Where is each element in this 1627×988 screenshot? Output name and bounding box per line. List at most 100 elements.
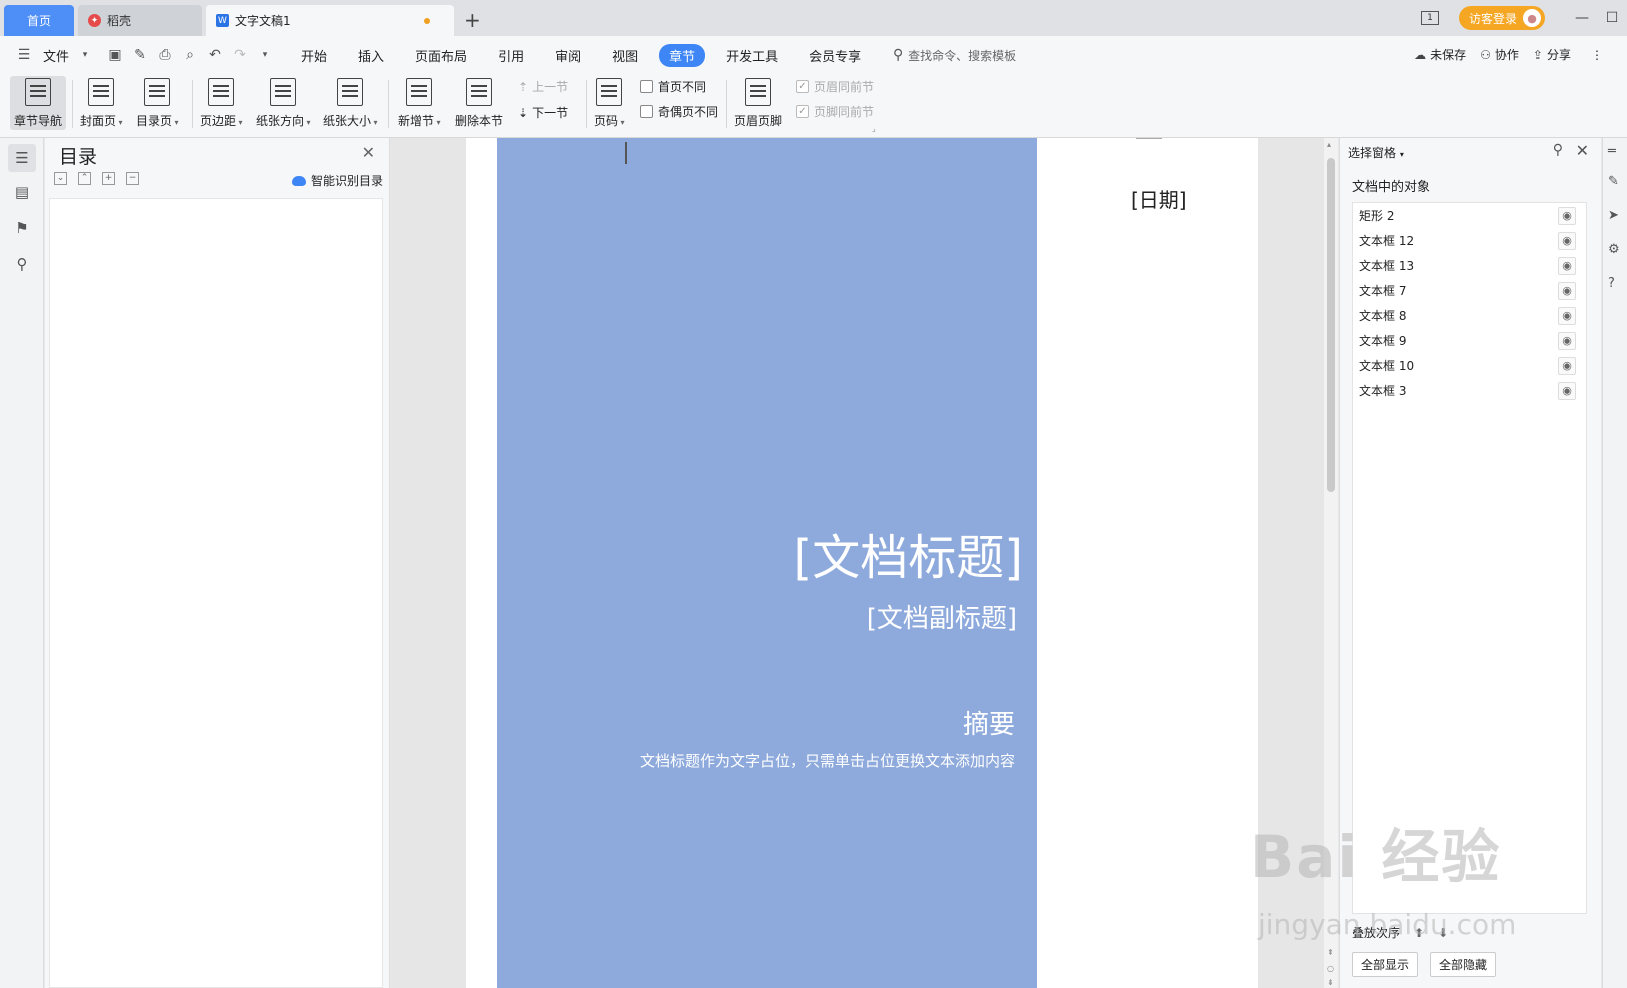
eye-icon[interactable]: ◉ [1558, 256, 1576, 275]
menu-item-layout[interactable]: 页面布局 [413, 44, 469, 67]
guest-login-button[interactable]: 访客登录 ● [1458, 6, 1545, 30]
close-icon[interactable]: ✕ [362, 143, 375, 162]
pin-icon[interactable]: ⚲ [1553, 142, 1563, 158]
tab-daoke[interactable]: ✦ 稻壳 [78, 5, 202, 36]
show-all-button[interactable]: 全部显示 [1352, 952, 1419, 977]
collapse-icon[interactable]: ═ [1608, 144, 1616, 159]
first-page-different-checkbox[interactable]: 首页不同 [640, 78, 706, 95]
menu-item-review[interactable]: 审阅 [553, 44, 583, 67]
more-icon[interactable]: ⋮ [1591, 48, 1603, 62]
document-subtitle-placeholder[interactable]: [文档副标题] [867, 598, 1017, 635]
menu-item-developer[interactable]: 开发工具 [724, 44, 780, 67]
section-nav-button[interactable]: 章节导航 [10, 76, 67, 130]
odd-even-different-checkbox[interactable]: 奇偶页不同 [640, 103, 718, 120]
prev-page-icon[interactable]: ⇞ [1327, 948, 1334, 957]
select-browse-icon[interactable]: ○ [1327, 964, 1334, 973]
help-icon[interactable]: ? [1608, 276, 1615, 291]
paper-size-button[interactable]: 纸张大小 [323, 76, 378, 130]
eye-icon[interactable]: ◉ [1558, 231, 1576, 250]
selection-pane-header[interactable]: 选择窗格 ▾ [1348, 144, 1404, 161]
orientation-button[interactable]: 纸张方向 [256, 76, 311, 130]
next-page-icon[interactable]: ⇟ [1327, 978, 1334, 987]
menu-item-insert[interactable]: 插入 [356, 44, 386, 67]
search-icon[interactable]: ⚲ [12, 254, 32, 274]
print-icon[interactable]: ⎙ [157, 47, 173, 63]
menu-item-section[interactable]: 章节 [659, 43, 706, 67]
delete-section-icon [466, 78, 492, 106]
menu-item-references[interactable]: 引用 [496, 44, 526, 67]
list-item[interactable]: 文本框 13 ◉ [1353, 253, 1586, 278]
menu-item-view[interactable]: 视图 [610, 44, 640, 67]
list-item[interactable]: 文本框 8 ◉ [1353, 303, 1586, 328]
new-section-button[interactable]: 新增节 [398, 76, 441, 130]
document-canvas[interactable]: [文档标题] [文档副标题] 摘要 文档标题作为文字占位，只需单击占位更换文本添… [391, 138, 1324, 988]
list-item[interactable]: 矩形 2 ◉ [1353, 203, 1586, 228]
prev-section-button[interactable]: ⇡ 上一节 [518, 78, 568, 95]
eye-icon[interactable]: ◉ [1558, 356, 1576, 375]
header-same-as-prev-checkbox[interactable]: ✓ 页眉同前节 [796, 78, 874, 95]
margin-button[interactable]: 页边距 [200, 76, 243, 130]
toc-page-button[interactable]: 目录页 [136, 76, 179, 130]
toc-panel-icon[interactable]: ☰ [8, 144, 36, 172]
outline-icon[interactable]: ▤ [12, 182, 32, 202]
tab-document[interactable]: W 文字文稿1 [206, 5, 454, 36]
menu-item-start[interactable]: 开始 [299, 44, 329, 67]
list-item[interactable]: 文本框 9 ◉ [1353, 328, 1586, 353]
file-menu[interactable]: 文件 [41, 44, 71, 67]
hide-all-button[interactable]: 全部隐藏 [1430, 952, 1497, 977]
format-painter-icon[interactable]: ✎ [132, 47, 148, 63]
header-footer-button[interactable]: 页眉页脚 [734, 76, 782, 130]
collab-button[interactable]: ⚇ 协作 [1480, 46, 1519, 63]
cover-page-button[interactable]: 封面页 [80, 76, 123, 130]
document-title-placeholder[interactable]: [文档标题] [794, 518, 1023, 588]
hamburger-icon[interactable]: ☰ [16, 47, 32, 63]
eye-icon[interactable]: ◉ [1558, 306, 1576, 325]
footer-same-as-prev-checkbox[interactable]: ✓ 页脚同前节 [796, 103, 874, 120]
minimize-button[interactable]: — [1567, 10, 1597, 26]
promote-level-icon[interactable]: + [102, 172, 115, 185]
demote-level-icon[interactable]: − [126, 172, 139, 185]
list-item[interactable]: 文本框 10 ◉ [1353, 353, 1586, 378]
next-section-button[interactable]: ⇣ 下一节 [518, 104, 568, 121]
collapse-all-icon[interactable]: ⌃ [78, 172, 91, 185]
list-item[interactable]: 文本框 3 ◉ [1353, 378, 1586, 403]
delete-section-button[interactable]: 删除本节 [455, 76, 503, 130]
smart-toc-button[interactable]: 智能识别目录 [291, 172, 383, 189]
scroll-up-icon[interactable]: ▴ [1327, 140, 1331, 149]
abstract-body[interactable]: 文档标题作为文字占位，只需单击占位更换文本添加内容 [640, 750, 1015, 771]
page-number-button[interactable]: 页码 [594, 76, 625, 130]
bookmark-icon[interactable]: ⚑ [12, 218, 32, 238]
undo-icon[interactable]: ↶ [207, 47, 223, 63]
document-page[interactable]: [文档标题] [文档副标题] 摘要 文档标题作为文字占位，只需单击占位更换文本添… [466, 138, 1258, 988]
chevron-down-icon[interactable]: ▾ [77, 47, 93, 63]
dialog-launcher-icon[interactable]: ⌟ [872, 124, 876, 133]
print-preview-icon[interactable]: ⌕ [182, 47, 198, 63]
page-count-icon[interactable]: 1 [1420, 11, 1439, 25]
redo-icon[interactable]: ↷ [232, 47, 248, 63]
eye-icon[interactable]: ◉ [1558, 381, 1576, 400]
eye-icon[interactable]: ◉ [1558, 206, 1576, 225]
edit-icon[interactable]: ✎ [1608, 174, 1619, 189]
tab-home[interactable]: 首页 [4, 5, 74, 36]
eye-icon[interactable]: ◉ [1558, 281, 1576, 300]
settings-icon[interactable]: ⚙ [1608, 242, 1620, 257]
cursor-icon[interactable]: ➤ [1608, 208, 1619, 223]
maximize-button[interactable]: ☐ [1597, 10, 1627, 26]
close-icon[interactable]: ✕ [1576, 141, 1589, 160]
command-search-input[interactable]: 查找命令、搜索模板 [908, 47, 1016, 64]
list-item[interactable]: 文本框 12 ◉ [1353, 228, 1586, 253]
new-tab-button[interactable]: + [464, 8, 481, 32]
list-item[interactable]: 文本框 7 ◉ [1353, 278, 1586, 303]
abstract-heading[interactable]: 摘要 [963, 704, 1015, 741]
date-placeholder[interactable]: [日期] [1131, 184, 1187, 213]
save-icon[interactable]: ▣ [107, 47, 123, 63]
eye-icon[interactable]: ◉ [1558, 331, 1576, 350]
share-button[interactable]: ⇪ 分享 [1533, 46, 1571, 63]
menu-item-member[interactable]: 会员专享 [807, 44, 863, 67]
scroll-thumb[interactable] [1327, 158, 1335, 492]
cover-rectangle[interactable]: [文档标题] [文档副标题] 摘要 文档标题作为文字占位，只需单击占位更换文本添… [497, 138, 1037, 988]
quick-access-dropdown-icon[interactable]: ▾ [257, 47, 273, 63]
cover-page-icon [88, 78, 115, 106]
unsaved-status[interactable]: ☁ 未保存 [1414, 46, 1466, 63]
expand-all-icon[interactable]: ⌄ [54, 172, 67, 185]
